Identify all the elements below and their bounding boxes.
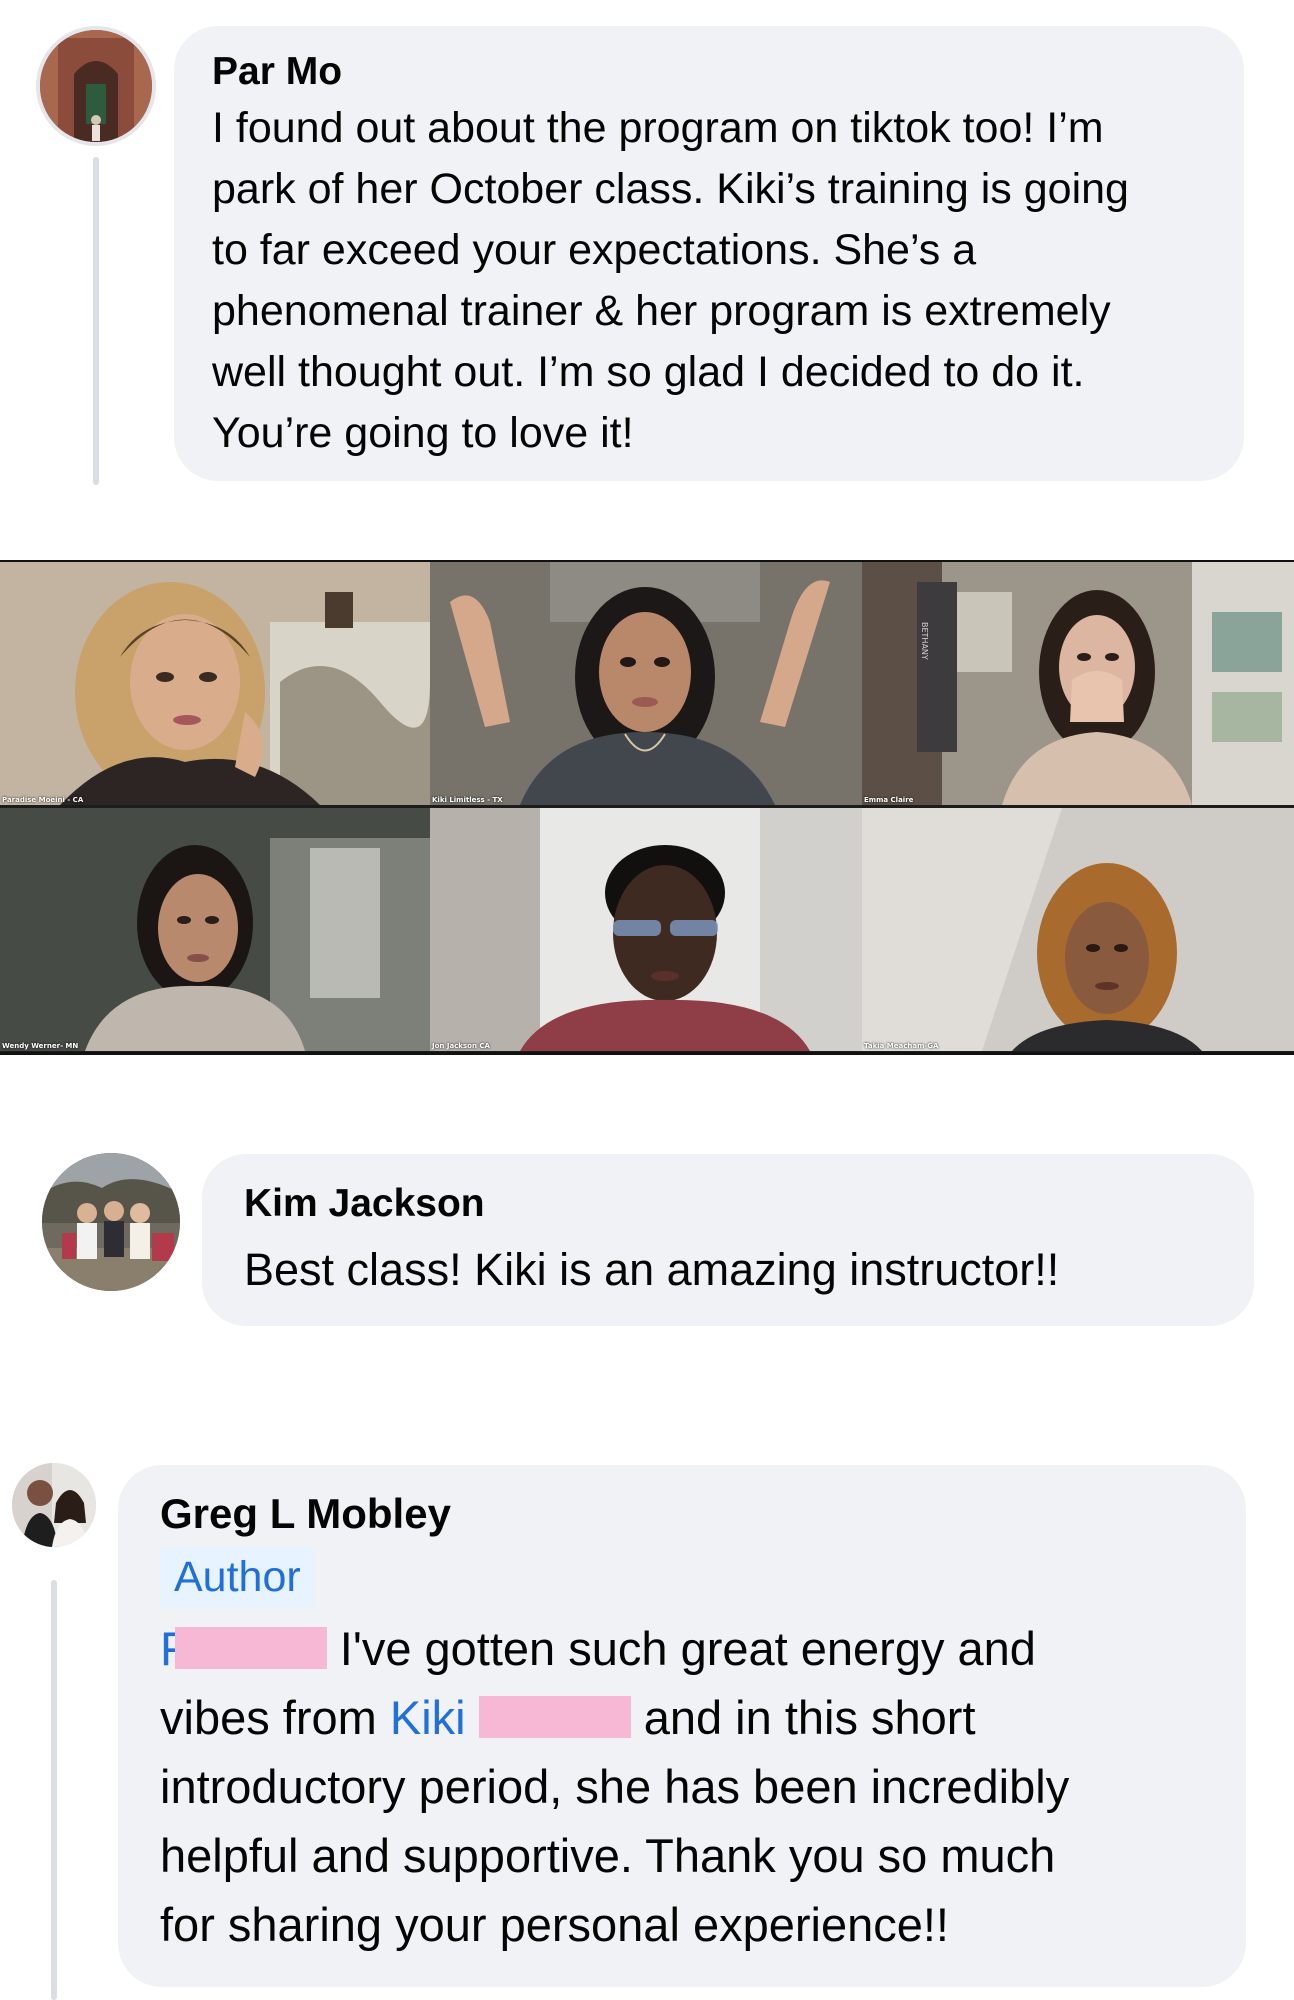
avatar[interactable]: [42, 1153, 180, 1291]
participant-video: [430, 808, 862, 1051]
video-call-screenshot[interactable]: Paradise Moeini - CA Kiki Limitless - TX: [0, 560, 1294, 1055]
comment-author-name[interactable]: Greg L Mobley: [160, 1489, 1204, 1539]
avatar[interactable]: [36, 26, 156, 146]
comment-text-segment: vibes from: [160, 1691, 390, 1744]
comment-line: for sharing your personal experience!!: [160, 1898, 949, 1951]
comment-author-name[interactable]: Par Mo: [212, 48, 1206, 96]
participant-name: Takia Meacham-GA: [864, 1042, 939, 1050]
comment-text-segment: I've gotten such great energy and: [339, 1622, 1036, 1675]
participant-video: [862, 808, 1294, 1051]
comment-text: Best class! Kiki is an amazing instructo…: [244, 1244, 1060, 1295]
mention-link[interactable]: Kiki: [390, 1691, 631, 1744]
comment-line: You’re going to love it!: [212, 409, 634, 457]
avatar-photo: [12, 1463, 96, 1547]
video-tile: Jon Jackson CA: [430, 808, 862, 1051]
participant-name: Paradise Moeini - CA: [2, 796, 84, 804]
comment-line: F I've gotten such great energy and: [160, 1614, 1204, 1683]
comment-line: vibes from Kiki and in this short: [160, 1683, 1204, 1752]
comment-bubble: Kim Jackson Best class! Kiki is an amazi…: [202, 1154, 1254, 1326]
comment-bubble: Par Mo I found out about the program on …: [174, 26, 1244, 481]
redaction-mark: [174, 1627, 327, 1669]
comment-line: well thought out. I’m so glad I decided …: [212, 348, 1085, 396]
participant-video: BETHANY: [862, 562, 1294, 805]
thread-line: [51, 1580, 57, 2000]
comment-line: helpful and supportive. Thank you so muc…: [160, 1829, 1056, 1882]
comment-line: I found out about the program on tiktok …: [212, 104, 1104, 152]
participant-video: [430, 562, 862, 805]
wall-banner-text: BETHANY: [920, 622, 929, 660]
comment-author-name[interactable]: Kim Jackson: [244, 1180, 1212, 1228]
comment-line: phenomenal trainer & her program is extr…: [212, 287, 1111, 335]
redaction-mark: [478, 1696, 631, 1738]
comment-line: to far exceed your expectations. She’s a: [212, 226, 977, 274]
comment-bubble: Greg L Mobley Author F I've gotten such …: [118, 1465, 1246, 1987]
video-tile: Wendy Werner- MN: [0, 808, 430, 1051]
author-badge: Author: [160, 1547, 315, 1608]
participant-name: Emma Claire: [864, 796, 914, 804]
comment-text: F I've gotten such great energy and vibe…: [160, 1614, 1204, 1959]
participant-name: Wendy Werner- MN: [2, 1042, 79, 1050]
video-tile: Kiki Limitless - TX: [430, 562, 862, 805]
comment-text: I found out about the program on tiktok …: [212, 98, 1206, 464]
participant-video: [0, 808, 430, 1051]
comment-line: introductory period, she has been incred…: [160, 1760, 1070, 1813]
video-tile: Paradise Moeini - CA: [0, 562, 430, 805]
participant-name: Kiki Limitless - TX: [432, 796, 503, 804]
mention-label: Kiki: [389, 1691, 466, 1744]
thread-line: [93, 157, 99, 485]
participant-name: Jon Jackson CA: [432, 1042, 490, 1050]
avatar[interactable]: [12, 1463, 96, 1547]
avatar-photo: [42, 1153, 180, 1291]
participant-video: [0, 562, 430, 805]
video-tile: BETHANY Emma Claire: [862, 562, 1294, 805]
comment-line: park of her October class. Kiki’s traini…: [212, 165, 1129, 213]
video-tile: Takia Meacham-GA: [862, 808, 1294, 1051]
mention-link[interactable]: F: [160, 1622, 340, 1675]
avatar-photo: [40, 30, 152, 142]
comment-text-segment: and in this short: [643, 1691, 976, 1744]
